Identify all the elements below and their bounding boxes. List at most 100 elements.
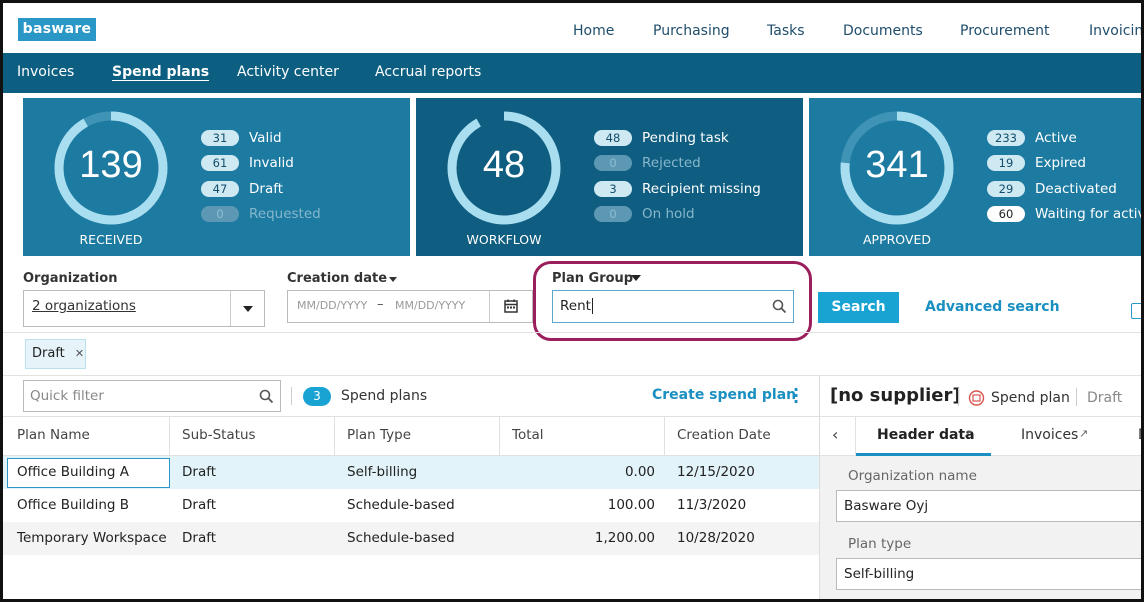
col-sub-status[interactable]: Sub-Status [182,427,256,443]
col-divider[interactable] [334,417,335,455]
search-icon[interactable] [772,299,787,314]
tab-more[interactable]: D [1138,427,1141,443]
table-row[interactable]: Office Building A Draft Self-billing 0.0… [3,456,819,489]
stat-rejected[interactable]: 0 Rejected [594,155,794,171]
nav-purchasing[interactable]: Purchasing [653,23,730,39]
subnav-invoices[interactable]: Invoices [17,64,74,80]
nav-tasks[interactable]: Tasks [767,23,805,39]
stat-expired[interactable]: 19 Expired [987,155,1141,171]
stat-waiting[interactable]: 60 Waiting for activa [987,206,1144,222]
table-row[interactable]: Temporary Workspace Draft Schedule-based… [3,522,819,555]
stat-recipient-missing[interactable]: 3 Recipient missing [594,181,794,197]
row-plan-name: Office Building B [17,497,130,513]
row-total: 0.00 [624,464,655,480]
org-name-label: Organization name [848,468,977,484]
subnav-accrual-reports[interactable]: Accrual reports [375,64,481,80]
checkbox-icon[interactable] [1131,303,1141,319]
advanced-search-link[interactable]: Advanced search [925,299,1060,315]
subnav-activity-center[interactable]: Activity center [237,64,339,80]
tab-invoices[interactable]: Invoices ↗ [1006,417,1106,456]
row-plan-type: Self-billing [347,464,418,480]
organization-select[interactable]: 2 organizations [23,290,265,327]
col-creation-date[interactable]: Creation Date [677,427,771,443]
stat-invalid-badge: 61 [201,155,239,171]
create-spend-plan-link[interactable]: Create spend plan [652,387,796,403]
col-divider[interactable] [499,417,500,455]
search-button[interactable]: Search [818,292,899,323]
chevron-left-icon[interactable]: ‹ [832,425,838,444]
org-name-value: Basware Oyj [844,498,929,514]
creation-date-label: Creation date [287,271,388,286]
basware-logo[interactable]: basware [18,18,96,41]
count-badge: 3 [303,387,331,406]
date-from-input[interactable]: MM/DD/YYYY [297,299,372,312]
stat-requested-badge: 0 [201,206,239,222]
stat-deactivated[interactable]: 29 Deactivated [987,181,1141,197]
stat-pending-task[interactable]: 48 Pending task [594,130,794,146]
col-total[interactable]: Total [512,427,544,443]
stat-active[interactable]: 233 Active [987,130,1141,146]
date-to-input[interactable]: MM/DD/YYYY [395,299,470,312]
top-bar: basware Home Purchasing Tasks Documents … [3,3,1141,53]
organization-label: Organization [23,271,118,286]
plan-group-value: Rent [560,298,593,314]
nav-invoicing[interactable]: Invoicing [1089,23,1141,39]
detail-body: Organization name Basware Oyj Plan type … [820,456,1141,599]
close-icon[interactable]: ✕ [75,347,84,360]
date-divider [489,291,490,322]
nav-home[interactable]: Home [573,23,614,39]
date-caret-icon[interactable] [389,277,397,282]
row-sub-status: Draft [182,530,217,546]
tile-approved[interactable]: 341 APPROVED 233 Active 19 Expired 29 De… [809,98,1144,256]
col-plan-name[interactable]: Plan Name [17,427,90,443]
plan-group-label: Plan Group [552,271,634,286]
subnav-spend-plans[interactable]: Spend plans [112,64,209,80]
quick-filter-input[interactable]: Quick filter [23,380,281,412]
detail-tabs: ‹ Header data ↗ Invoices ↗ D [820,416,1141,456]
col-divider[interactable] [169,417,170,455]
stat-deactivated-label: Deactivated [1035,181,1117,197]
row-sub-status: Draft [182,464,217,480]
approved-count: 341 [865,144,929,186]
stat-requested[interactable]: 0 Requested [201,206,401,222]
stat-invalid[interactable]: 61 Invalid [201,155,401,171]
plan-group-input[interactable]: Rent [552,290,794,323]
plan-type-field[interactable]: Self-billing [836,558,1141,590]
stat-deactivated-badge: 29 [987,181,1025,197]
col-divider[interactable] [664,417,665,455]
nav-documents[interactable]: Documents [843,23,923,39]
stat-active-badge: 233 [987,130,1025,146]
tab-header-data-label: Header data [877,427,975,443]
col-plan-type[interactable]: Plan Type [347,427,411,443]
app-window: basware Home Purchasing Tasks Documents … [0,0,1144,602]
stat-draft[interactable]: 47 Draft [201,181,401,197]
tile-received[interactable]: 139 RECEIVED 31 Valid 61 Invalid 47 Draf… [23,98,410,256]
org-name-field[interactable]: Basware Oyj [836,490,1141,522]
stat-on-hold-label: On hold [642,206,695,222]
stat-valid[interactable]: 31 Valid [201,130,401,146]
doc-type: Spend plan [991,390,1070,406]
workflow-label: WORKFLOW [466,232,542,247]
quick-filter-search-icon[interactable] [259,389,274,404]
more-menu-icon[interactable]: · · · [792,382,800,410]
plan-group-caret-icon[interactable] [631,275,641,281]
approved-label: APPROVED [862,232,931,247]
date-range-input[interactable]: MM/DD/YYYY – MM/DD/YYYY [287,290,533,323]
stat-expired-badge: 19 [987,155,1025,171]
select-divider [230,291,231,326]
plan-type-value: Self-billing [844,566,915,582]
stat-on-hold[interactable]: 0 On hold [594,206,794,222]
external-link-icon: ↗ [963,427,973,440]
chevron-down-icon[interactable] [243,306,253,312]
stat-waiting-label: Waiting for activa [1035,206,1144,222]
stat-rejected-label: Rejected [642,155,701,171]
calendar-icon[interactable] [504,299,518,313]
stat-draft-badge: 47 [201,181,239,197]
table-row[interactable]: Office Building B Draft Schedule-based 1… [3,489,819,522]
filter-divider [3,332,1141,333]
nav-procurement[interactable]: Procurement [960,23,1049,39]
tab-header-data[interactable]: Header data ↗ [856,417,991,456]
filter-chip-draft[interactable]: Draft ✕ [25,339,86,369]
tile-workflow[interactable]: 48 WORKFLOW 48 Pending task 0 Rejected 3… [416,98,803,256]
date-separator: – [377,297,384,312]
